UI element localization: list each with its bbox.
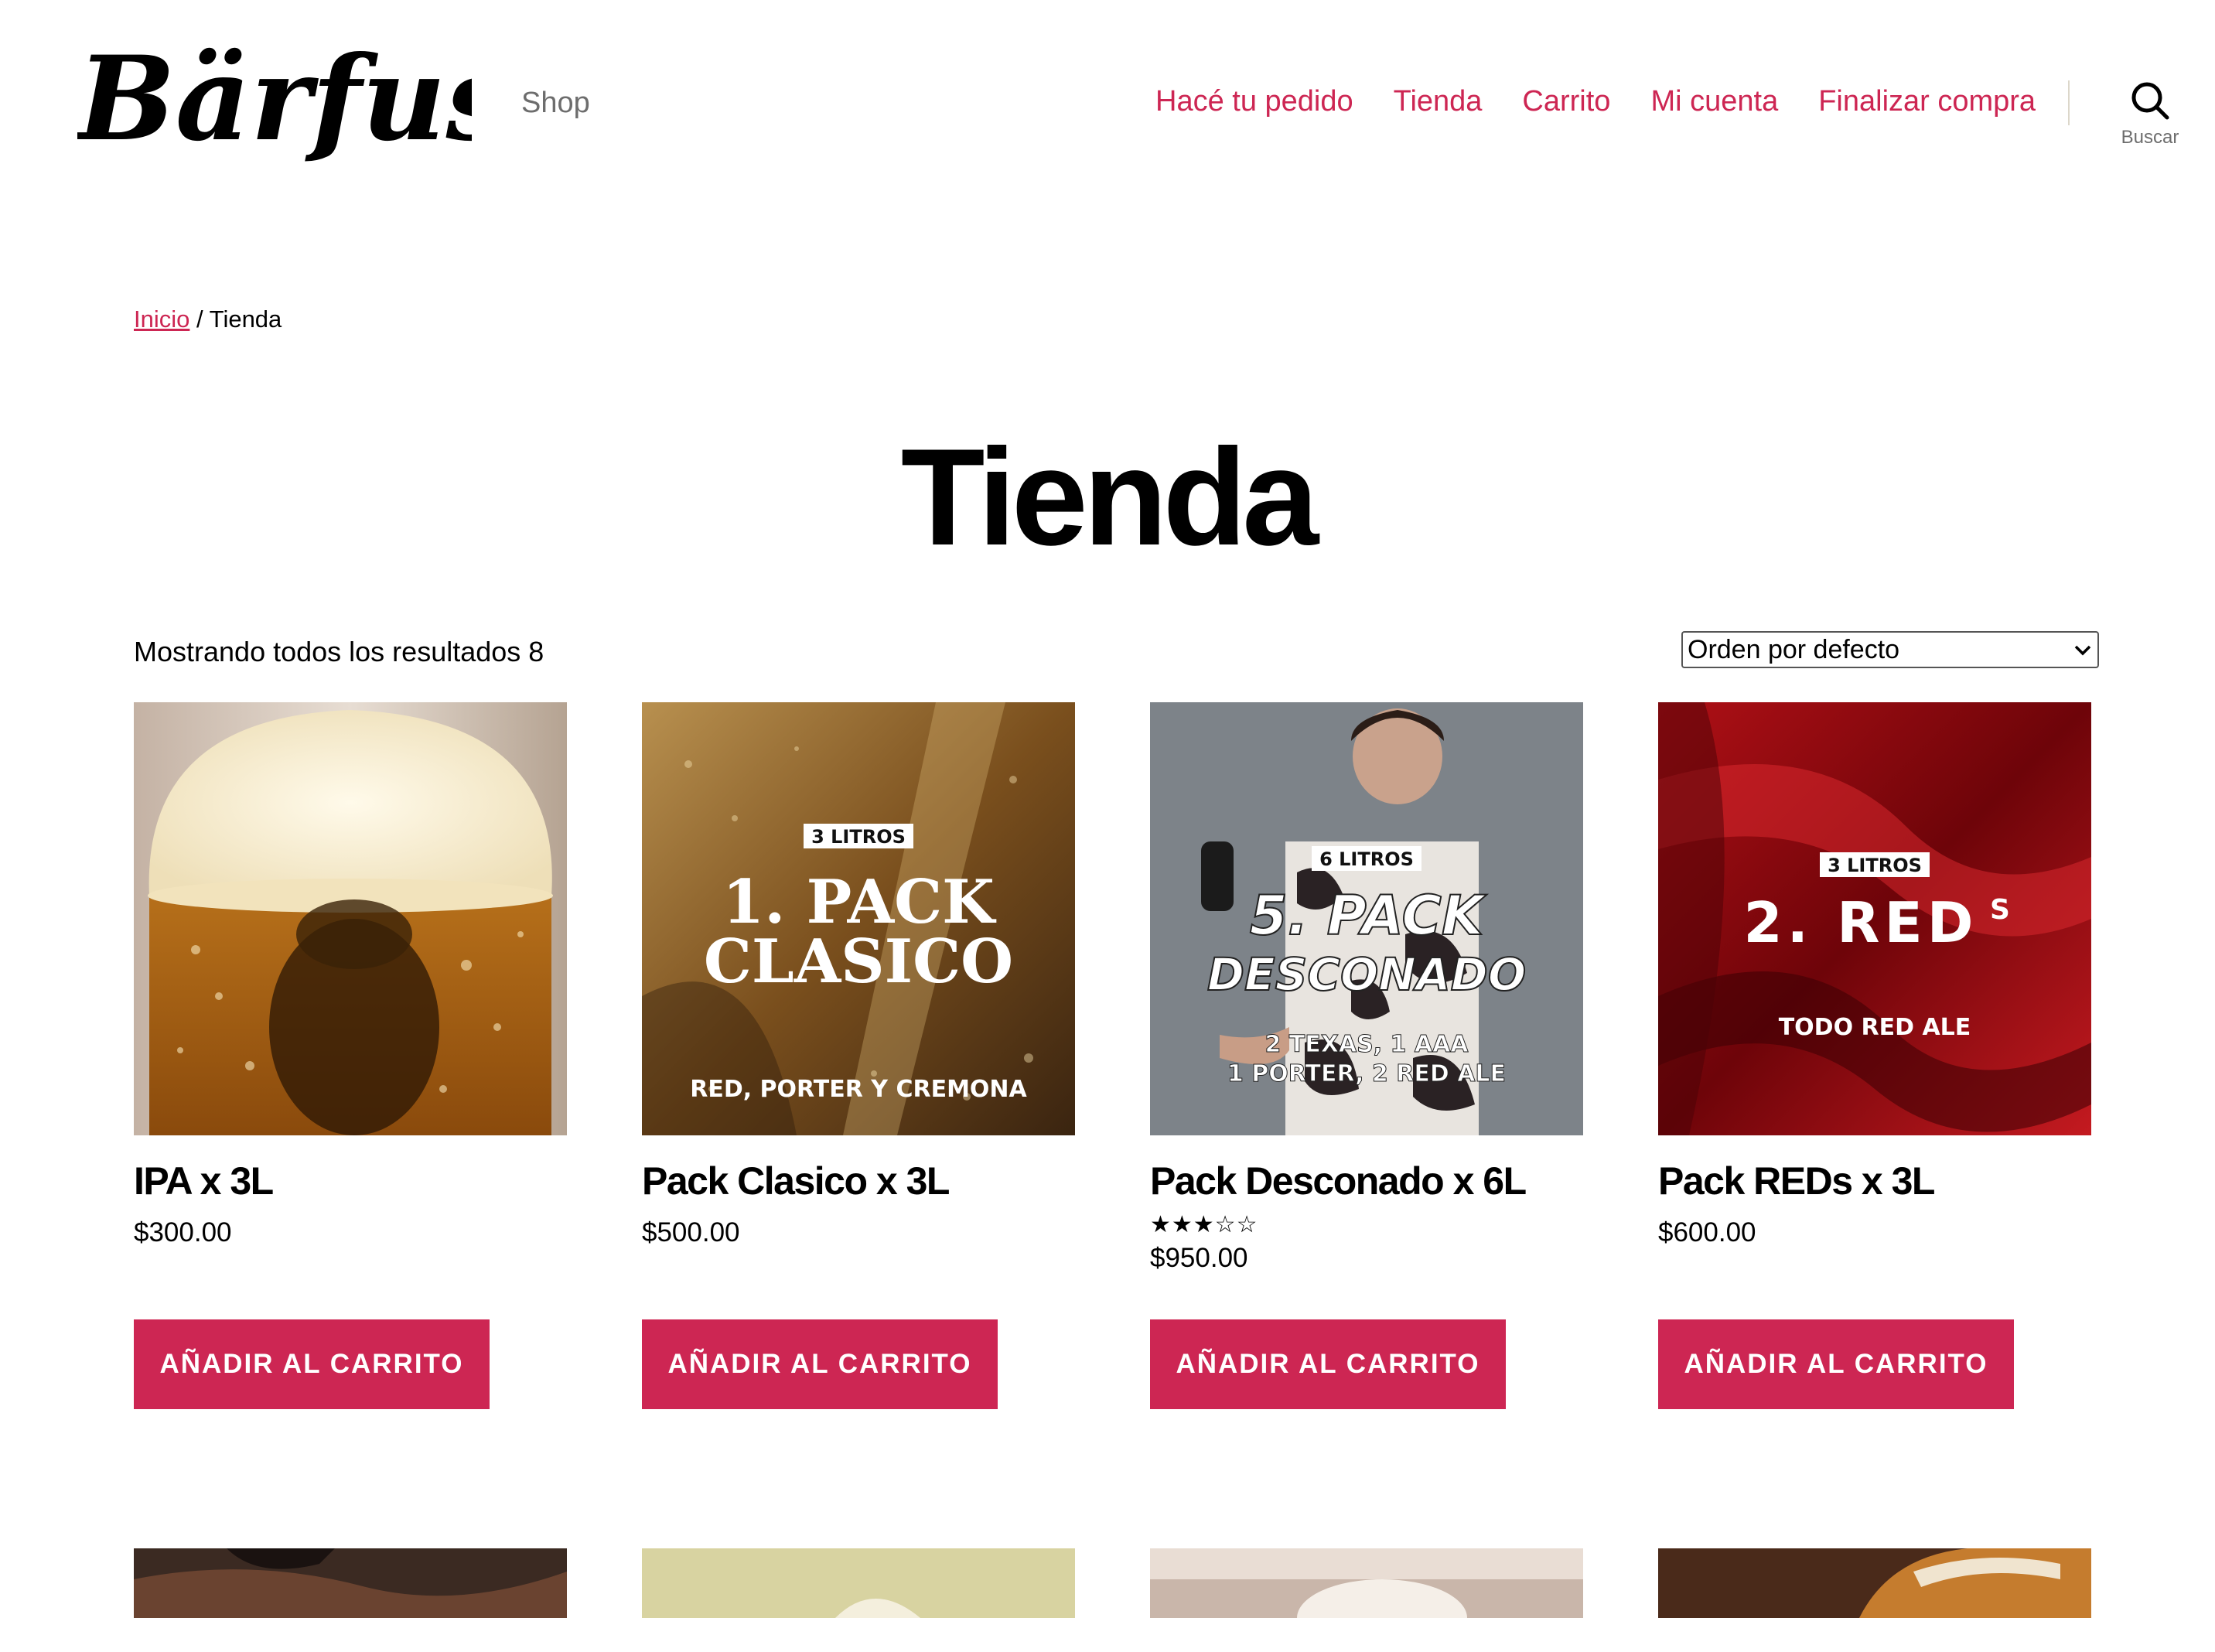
site-logo[interactable]: Bärfuss <box>77 39 472 170</box>
product-image[interactable]: 6 LITROS 5. PACK DESCONADO 2 TEXAS, 1 AA… <box>1150 702 1583 1135</box>
nav-item-carrito[interactable]: Carrito <box>1522 85 1610 118</box>
add-to-cart-button[interactable]: AÑADIR AL CARRITO <box>1150 1319 1506 1409</box>
product-price: $500.00 <box>642 1217 740 1248</box>
search-icon <box>2131 82 2169 120</box>
breadcrumb-home-link[interactable]: Inicio <box>134 305 189 333</box>
product-image[interactable] <box>1150 1548 1583 1618</box>
chevron-down-icon <box>2074 645 2091 656</box>
product-card: 3 LITROS 2. RED S TODO RED ALE Pack REDs… <box>1658 702 2091 1409</box>
image-badge-text: 6 LITROS <box>1319 848 1414 870</box>
ordering-selected-value: Orden por defecto <box>1688 634 1900 664</box>
search-label: Buscar <box>2121 127 2179 148</box>
product-card: 3 LITROS 1. PACK CLASICO RED, PORTER Y C… <box>642 702 1075 1409</box>
product-image[interactable]: 3 LITROS 1. PACK CLASICO RED, PORTER Y C… <box>642 702 1075 1135</box>
image-headline-1: 2. RED <box>1744 890 1978 955</box>
product-image[interactable] <box>1658 1548 2091 1618</box>
image-headline-2: DESCONADO <box>1207 948 1526 1001</box>
image-subtext: TODO RED ALE <box>1779 1014 1971 1041</box>
nav-item-mi-cuenta[interactable]: Mi cuenta <box>1650 85 1778 118</box>
product-image[interactable] <box>134 702 567 1135</box>
image-headline-sup: S <box>1990 894 2010 926</box>
product-image[interactable]: 3 LITROS 2. RED S TODO RED ALE <box>1658 702 2091 1135</box>
breadcrumb: Inicio / Tienda <box>134 305 282 333</box>
image-headline-2: CLASICO <box>704 927 1013 997</box>
nav-item-hace-tu-pedido[interactable]: Hacé tu pedido <box>1155 85 1353 118</box>
nav-divider <box>2068 80 2070 125</box>
ordering-select[interactable]: Orden por defecto <box>1681 631 2099 668</box>
breadcrumb-separator: / <box>189 305 210 333</box>
image-subtext-2: 1 PORTER, 2 RED ALE <box>1227 1060 1506 1087</box>
search-button[interactable]: Buscar <box>2104 80 2196 166</box>
add-to-cart-button[interactable]: AÑADIR AL CARRITO <box>1658 1319 2014 1409</box>
nav-item-finalizar-compra[interactable]: Finalizar compra <box>1818 85 2036 118</box>
product-image[interactable] <box>134 1548 567 1618</box>
product-title[interactable]: Pack Desconado x 6L <box>1150 1159 1583 1203</box>
breadcrumb-current: Tienda <box>209 305 282 333</box>
product-price: $950.00 <box>1150 1243 1248 1273</box>
add-to-cart-button[interactable]: AÑADIR AL CARRITO <box>642 1319 998 1409</box>
star-rating: ★★★☆☆ <box>1150 1212 1258 1237</box>
add-to-cart-button[interactable]: AÑADIR AL CARRITO <box>134 1319 490 1409</box>
image-subtext-1: 2 TEXAS, 1 AAA <box>1264 1031 1469 1058</box>
site-logo-text: Bärfuss <box>77 39 472 167</box>
site-header: Bärfuss Shop Hacé tu pedido Tienda Carri… <box>0 0 2215 201</box>
nav-item-tienda[interactable]: Tienda <box>1394 85 1483 118</box>
product-card: 6 LITROS 5. PACK DESCONADO 2 TEXAS, 1 AA… <box>1150 702 1583 1409</box>
image-badge-text: 3 LITROS <box>811 826 906 848</box>
result-count: Mostrando todos los resultados 8 <box>134 636 544 667</box>
primary-nav: Hacé tu pedido Tienda Carrito Mi cuenta … <box>1155 85 2036 118</box>
image-subtext: RED, PORTER Y CREMONA <box>690 1076 1027 1103</box>
product-price: $300.00 <box>134 1217 232 1248</box>
product-card: IPA x 3L $300.00 AÑADIR AL CARRITO <box>134 702 567 1409</box>
image-badge-text: 3 LITROS <box>1828 855 1922 876</box>
site-tagline: Shop <box>521 87 590 119</box>
product-title[interactable]: IPA x 3L <box>134 1159 567 1203</box>
product-title[interactable]: Pack Clasico x 3L <box>642 1159 1075 1203</box>
image-headline-1: 5. PACK <box>1250 884 1487 947</box>
product-image[interactable] <box>642 1548 1075 1618</box>
product-title[interactable]: Pack REDs x 3L <box>1658 1159 2091 1203</box>
page-title: Tienda <box>900 420 1319 574</box>
product-price: $600.00 <box>1658 1217 1756 1248</box>
